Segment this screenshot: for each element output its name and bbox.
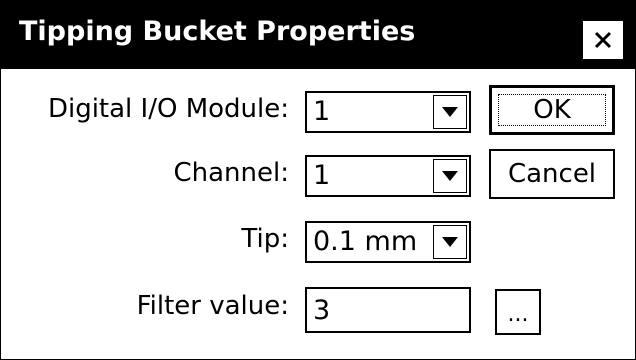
chevron-down-icon: [442, 107, 458, 117]
title-bar: Tipping Bucket Properties: [1, 1, 635, 69]
filter-value-label: Filter value:: [136, 291, 289, 321]
window-title: Tipping Bucket Properties: [19, 16, 416, 47]
tipping-bucket-properties-dialog: Tipping Bucket Properties Digital I/O Mo…: [0, 0, 636, 360]
channel-label: Channel:: [173, 158, 289, 188]
channel-value: 1: [313, 160, 331, 191]
close-button[interactable]: [581, 19, 625, 61]
channel-dropdown-button[interactable]: [433, 159, 467, 193]
tip-dropdown-button[interactable]: [433, 225, 467, 259]
tip-select[interactable]: 0.1 mm: [305, 221, 471, 263]
digital-io-module-dropdown-button[interactable]: [433, 95, 467, 129]
chevron-down-icon: [442, 171, 458, 181]
channel-select[interactable]: 1: [305, 155, 471, 197]
digital-io-module-value: 1: [313, 96, 331, 127]
focus-rect: [498, 94, 606, 126]
cancel-button-label: Cancel: [507, 159, 597, 189]
chevron-down-icon: [442, 237, 458, 247]
digital-io-module-label: Digital I/O Module:: [47, 94, 289, 124]
filter-browse-button[interactable]: ...: [495, 289, 541, 335]
cancel-button[interactable]: Cancel: [489, 149, 615, 199]
ok-button[interactable]: OK: [489, 85, 615, 135]
tip-value: 0.1 mm: [313, 226, 418, 257]
filter-value-input[interactable]: 3: [305, 287, 471, 333]
close-icon: [594, 31, 612, 49]
filter-browse-label: ...: [507, 302, 529, 327]
tip-label: Tip:: [241, 224, 289, 254]
filter-value-text: 3: [313, 295, 331, 326]
digital-io-module-select[interactable]: 1: [305, 91, 471, 133]
